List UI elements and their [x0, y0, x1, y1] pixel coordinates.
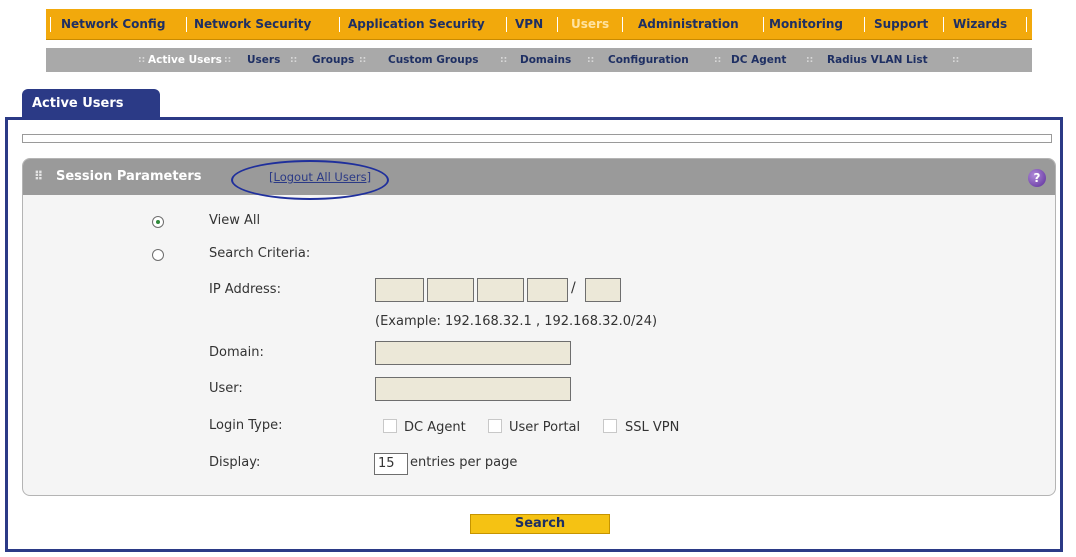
- ip-octet-4-field[interactable]: [527, 278, 568, 302]
- user-label: User:: [209, 381, 243, 396]
- ip-octet-1-field[interactable]: [375, 278, 424, 302]
- nav-separator: [50, 17, 51, 32]
- subnav-separator: ::: [138, 55, 146, 65]
- subnav-domains[interactable]: Domains: [520, 48, 571, 72]
- subnav-separator: ::: [952, 55, 960, 65]
- nav-separator: [943, 17, 944, 32]
- search-button[interactable]: Search: [470, 514, 610, 534]
- subnav-separator: ::: [224, 55, 232, 65]
- user-portal-checkbox[interactable]: [488, 419, 502, 433]
- subnav-dc-agent[interactable]: DC Agent: [731, 48, 786, 72]
- ip-prefix-field[interactable]: [585, 278, 621, 302]
- nav-separator: [186, 17, 187, 32]
- nav-users[interactable]: Users: [571, 9, 609, 39]
- question-icon[interactable]: ?: [1028, 169, 1046, 187]
- highlight-ellipse: [231, 160, 389, 200]
- view-all-radio[interactable]: [152, 216, 164, 228]
- dc-agent-checkbox[interactable]: [383, 419, 397, 433]
- nav-vpn[interactable]: VPN: [515, 9, 543, 39]
- nav-separator: [622, 17, 623, 32]
- nav-separator: [506, 17, 507, 32]
- search-criteria-radio[interactable]: [152, 249, 164, 261]
- nav-support[interactable]: Support: [874, 9, 928, 39]
- entries-per-page-text: entries per page: [410, 455, 518, 470]
- subnav-configuration[interactable]: Configuration: [608, 48, 689, 72]
- ip-octet-2-field[interactable]: [427, 278, 474, 302]
- nav-application-security[interactable]: Application Security: [348, 9, 485, 39]
- view-all-label: View All: [209, 213, 261, 228]
- display-label: Display:: [209, 455, 261, 470]
- nav-separator: [763, 17, 764, 32]
- ip-octet-3-field[interactable]: [477, 278, 524, 302]
- subnav-separator: ::: [714, 55, 722, 65]
- tab-active-users[interactable]: Active Users: [22, 89, 160, 118]
- subnav-separator: ::: [587, 55, 595, 65]
- subnav-radius-vlan-list[interactable]: Radius VLAN List: [827, 48, 928, 72]
- panel-header: ⠿ Session Parameters [Logout All Users]: [23, 159, 1055, 195]
- subnav-separator: ::: [500, 55, 508, 65]
- nav-separator: [1026, 17, 1027, 32]
- subnav-users[interactable]: Users: [247, 48, 280, 72]
- sub-nav: :: Active Users :: Users :: Groups :: Cu…: [46, 48, 1032, 72]
- user-portal-label: User Portal: [509, 420, 581, 435]
- nav-monitoring[interactable]: Monitoring: [769, 9, 843, 39]
- ip-slash: /: [571, 280, 576, 296]
- login-type-label: Login Type:: [209, 418, 283, 433]
- domain-field[interactable]: [375, 341, 571, 365]
- grip-icon: ⠿: [34, 169, 44, 183]
- nav-separator: [864, 17, 865, 32]
- nav-wizards[interactable]: Wizards: [953, 9, 1007, 39]
- nav-administration[interactable]: Administration: [638, 9, 739, 39]
- nav-network-config[interactable]: Network Config: [61, 9, 165, 39]
- domain-label: Domain:: [209, 345, 264, 360]
- subnav-separator: ::: [806, 55, 814, 65]
- search-criteria-label: Search Criteria:: [209, 246, 311, 261]
- user-field[interactable]: [375, 377, 571, 401]
- ip-example-text: (Example: 192.168.32.1 , 192.168.32.0/24…: [375, 314, 658, 329]
- ssl-vpn-label: SSL VPN: [625, 420, 680, 435]
- subnav-separator: ::: [290, 55, 298, 65]
- nav-separator: [339, 17, 340, 32]
- subnav-groups[interactable]: Groups: [312, 48, 354, 72]
- status-bar: [22, 134, 1052, 143]
- ssl-vpn-checkbox[interactable]: [603, 419, 617, 433]
- ip-address-label: IP Address:: [209, 282, 281, 297]
- nav-separator: [557, 17, 558, 32]
- panel-title: Session Parameters: [56, 169, 202, 184]
- entries-per-page-input[interactable]: 15: [374, 453, 408, 475]
- nav-network-security[interactable]: Network Security: [194, 9, 311, 39]
- subnav-active-users[interactable]: Active Users: [148, 48, 222, 72]
- dc-agent-label: DC Agent: [404, 420, 466, 435]
- subnav-separator: ::: [359, 55, 367, 65]
- subnav-custom-groups[interactable]: Custom Groups: [388, 48, 479, 72]
- top-nav: Network Config Network Security Applicat…: [46, 9, 1032, 40]
